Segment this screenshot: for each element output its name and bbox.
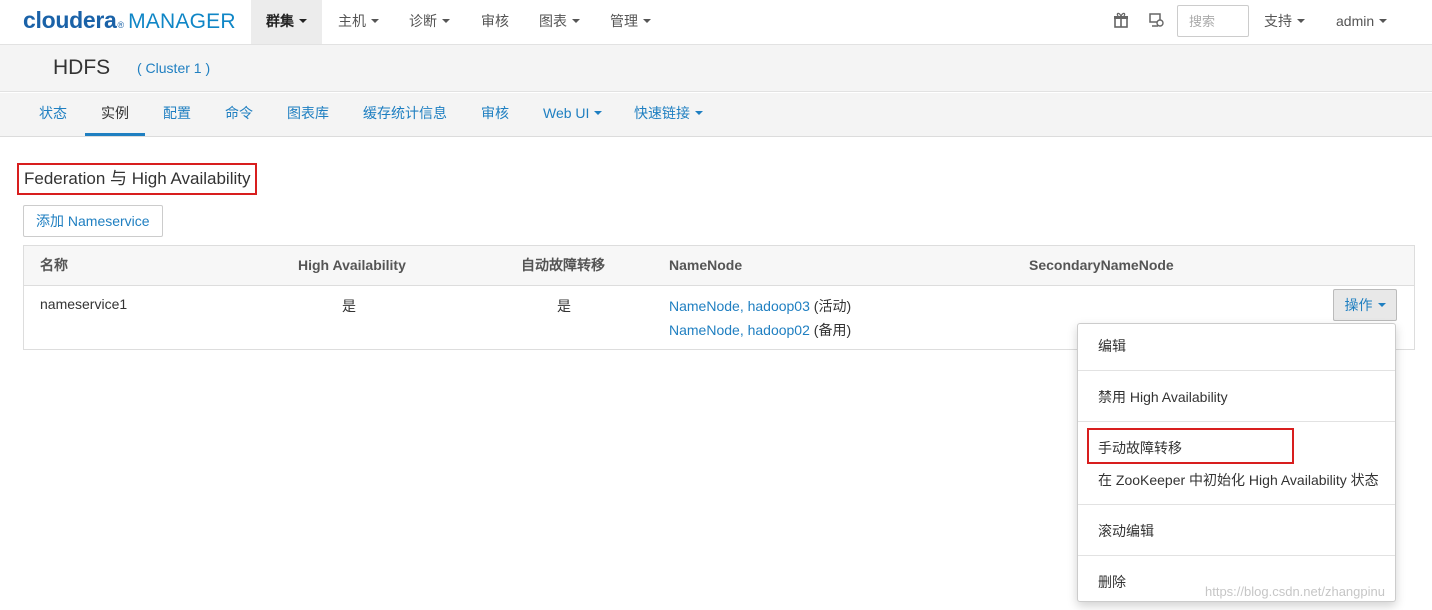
tab-charts-library[interactable]: 图表库: [271, 93, 345, 136]
namenode-entry: NameNode, hadoop02 (备用): [669, 320, 851, 340]
column-header-secondary-namenode[interactable]: SecondaryNameNode: [1029, 246, 1174, 284]
cluster-link[interactable]: ( Cluster 1 ): [137, 60, 210, 76]
auto-failover-value: 是: [557, 298, 571, 314]
tab-audits[interactable]: 审核: [465, 93, 525, 136]
column-header-name[interactable]: 名称: [40, 246, 68, 284]
table-header: 名称 High Availability 自动故障转移 NameNode Sec…: [24, 246, 1414, 286]
support-menu[interactable]: 支持: [1249, 0, 1320, 44]
service-header: HDFS ( Cluster 1 ): [0, 45, 1432, 92]
namenode-state: (备用): [813, 322, 852, 338]
tab-commands[interactable]: 命令: [209, 93, 269, 136]
actions-dropdown-menu: 编辑 禁用 High Availability 手动故障转移 在 ZooKeep…: [1077, 323, 1396, 602]
nav-hosts-menu[interactable]: 主机: [323, 0, 394, 44]
tab-status[interactable]: 状态: [23, 93, 83, 136]
search-input[interactable]: [1177, 5, 1249, 37]
chevron-down-icon: [594, 111, 603, 116]
service-tabs: 状态 实例 配置 命令 图表库 缓存统计信息 审核 Web UI 快速链接: [0, 93, 1432, 137]
notification-icon[interactable]: [1148, 12, 1166, 30]
watermark: https://blog.csdn.net/zhangpinu: [1205, 584, 1385, 599]
namenode-state: (活动): [813, 298, 852, 314]
tab-instances[interactable]: 实例: [85, 93, 145, 136]
chevron-down-icon: [299, 19, 307, 24]
chevron-down-icon: [442, 19, 450, 24]
column-header-namenode[interactable]: NameNode: [669, 246, 742, 284]
nav-audits-link[interactable]: 审核: [466, 0, 524, 44]
chevron-down-icon: [1379, 19, 1388, 24]
chevron-down-icon: [1297, 19, 1305, 24]
tab-configuration[interactable]: 配置: [147, 93, 207, 136]
tab-cache-statistics[interactable]: 缓存统计信息: [347, 93, 463, 136]
namenode-link[interactable]: NameNode, hadoop02: [669, 322, 810, 338]
top-navbar: cloudera® MANAGER 群集 主机 诊断 审核 图表 管理 支持 a…: [0, 0, 1432, 45]
add-nameservice-button[interactable]: 添加 Nameservice: [23, 205, 163, 237]
menu-divider: [1078, 370, 1395, 371]
actions-dropdown-button[interactable]: 操作: [1333, 289, 1397, 321]
nav-administration-menu[interactable]: 管理: [595, 0, 666, 44]
menu-item-init-ha-zookeeper[interactable]: 在 ZooKeeper 中初始化 High Availability 状态: [1098, 470, 1379, 490]
nav-diagnostics-menu[interactable]: 诊断: [394, 0, 465, 44]
namenode-entry: NameNode, hadoop03 (活动): [669, 296, 851, 316]
menu-divider: [1078, 555, 1395, 556]
tab-quick-links[interactable]: 快速链接: [618, 93, 719, 136]
tab-web-ui[interactable]: Web UI: [527, 93, 618, 136]
chevron-down-icon: [1377, 303, 1386, 308]
chevron-down-icon: [572, 19, 580, 24]
nav-charts-menu[interactable]: 图表: [524, 0, 595, 44]
menu-item-manual-failover[interactable]: 手动故障转移: [1098, 438, 1182, 458]
cloudera-logo[interactable]: cloudera ® MANAGER: [23, 7, 236, 35]
column-header-auto-failover[interactable]: 自动故障转移: [521, 246, 605, 284]
menu-item-disable-ha[interactable]: 禁用 High Availability: [1098, 387, 1228, 407]
menu-item-rolling-edit[interactable]: 滚动编辑: [1098, 521, 1154, 541]
menu-divider: [1078, 421, 1395, 422]
menu-item-delete[interactable]: 删除: [1098, 572, 1126, 592]
section-title: Federation 与 High Availability: [17, 163, 258, 195]
nav-clusters-menu[interactable]: 群集: [251, 0, 322, 44]
menu-item-edit[interactable]: 编辑: [1098, 336, 1126, 356]
service-title: HDFS: [53, 56, 111, 79]
nameservice-name: nameservice1: [40, 296, 128, 312]
column-header-high-availability[interactable]: High Availability: [298, 246, 406, 284]
user-menu[interactable]: admin: [1321, 0, 1402, 44]
chevron-down-icon: [371, 19, 379, 24]
chevron-down-icon: [643, 19, 651, 24]
chevron-down-icon: [695, 111, 703, 116]
gift-icon[interactable]: [1113, 12, 1131, 30]
namenode-link[interactable]: NameNode, hadoop03: [669, 298, 810, 314]
menu-divider: [1078, 504, 1395, 505]
ha-value: 是: [342, 298, 356, 314]
